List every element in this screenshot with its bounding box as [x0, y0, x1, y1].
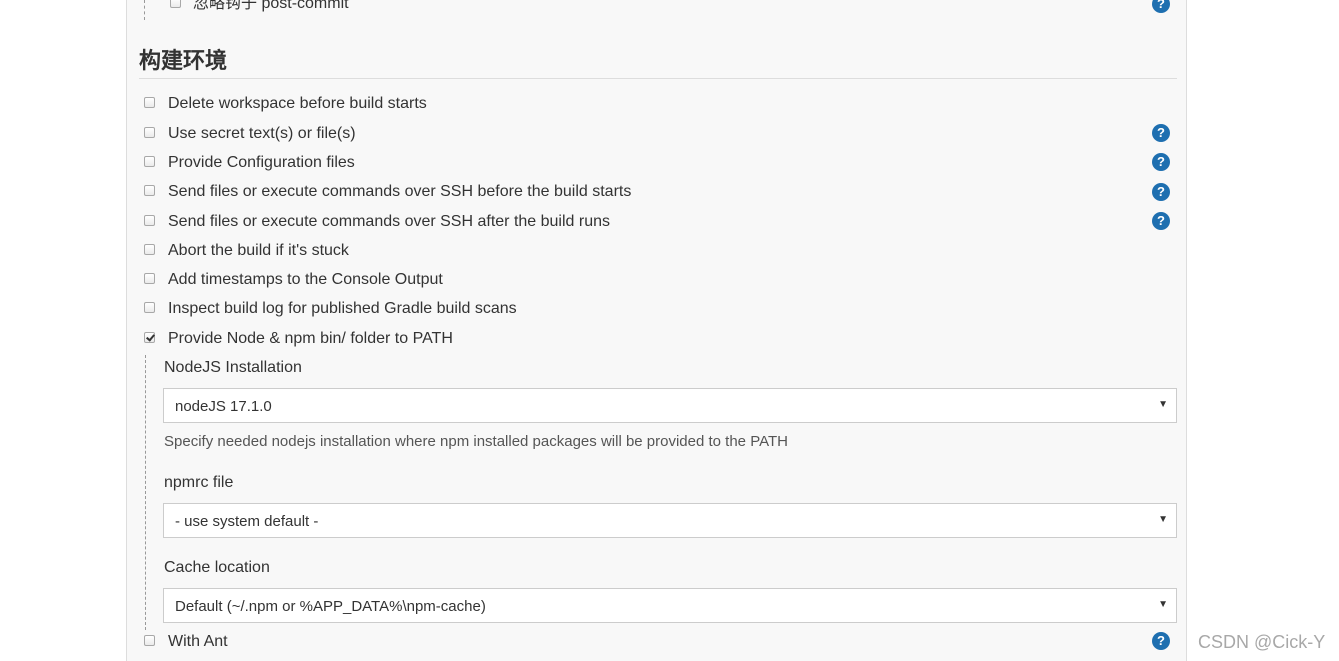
help-icon[interactable]: ?: [1152, 632, 1170, 650]
ssh-before-build-checkbox[interactable]: [144, 185, 155, 196]
ssh-before-build-label: Send files or execute commands over SSH …: [168, 183, 632, 200]
abort-stuck-build-checkbox[interactable]: [144, 244, 155, 255]
inspect-gradle-scans-label: Inspect build log for published Gradle b…: [168, 300, 517, 317]
npmrc-file-value: - use system default -: [175, 513, 319, 530]
use-secret-checkbox[interactable]: [144, 127, 155, 138]
cache-location-value: Default (~/.npm or %APP_DATA%\npm-cache): [175, 598, 486, 615]
ignore-post-commit-hook-label: 忽略钩子 post-commit: [193, 0, 349, 12]
ssh-after-build-checkbox[interactable]: [144, 215, 155, 226]
ignore-post-commit-hook-checkbox[interactable]: [170, 0, 181, 8]
help-icon[interactable]: ?: [1152, 153, 1170, 171]
provide-config-files-checkbox[interactable]: [144, 156, 155, 167]
with-ant-label: With Ant: [168, 633, 228, 650]
provide-node-npm-label: Provide Node & npm bin/ folder to PATH: [168, 330, 453, 347]
help-icon[interactable]: ?: [1152, 124, 1170, 142]
nested-indent-line-top: [144, 0, 145, 20]
nested-indent-line: [145, 355, 146, 630]
nodejs-installation-label: NodeJS Installation: [164, 359, 302, 376]
add-timestamps-label: Add timestamps to the Console Output: [168, 271, 443, 288]
section-title-build-environment: 构建环境: [139, 48, 228, 73]
delete-workspace-label: Delete workspace before build starts: [168, 95, 427, 112]
ssh-after-build-label: Send files or execute commands over SSH …: [168, 213, 610, 230]
help-icon[interactable]: ?: [1152, 183, 1170, 201]
nodejs-installation-select[interactable]: nodeJS 17.1.0 ▼: [163, 388, 1177, 423]
inspect-gradle-scans-checkbox[interactable]: [144, 302, 155, 313]
chevron-down-icon: ▼: [1158, 514, 1168, 525]
delete-workspace-checkbox[interactable]: [144, 97, 155, 108]
nodejs-installation-value: nodeJS 17.1.0: [175, 398, 272, 415]
help-icon[interactable]: ?: [1152, 0, 1170, 13]
build-config-panel: 忽略钩子 post-commit ? 构建环境 Delete workspace…: [126, 0, 1187, 661]
abort-stuck-build-label: Abort the build if it's stuck: [168, 242, 349, 259]
nodejs-installation-hint: Specify needed nodejs installation where…: [164, 433, 788, 450]
cache-location-select[interactable]: Default (~/.npm or %APP_DATA%\npm-cache)…: [163, 588, 1177, 623]
npmrc-file-label: npmrc file: [164, 474, 234, 491]
chevron-down-icon: ▼: [1158, 599, 1168, 610]
with-ant-checkbox[interactable]: [144, 635, 155, 646]
provide-node-npm-checkbox[interactable]: [144, 332, 155, 343]
chevron-down-icon: ▼: [1158, 399, 1168, 410]
add-timestamps-checkbox[interactable]: [144, 273, 155, 284]
watermark: CSDN @Cick-Y: [1198, 632, 1326, 652]
cache-location-label: Cache location: [164, 559, 270, 576]
npmrc-file-select[interactable]: - use system default - ▼: [163, 503, 1177, 538]
section-divider: [139, 78, 1177, 79]
use-secret-label: Use secret text(s) or file(s): [168, 125, 356, 142]
provide-config-files-label: Provide Configuration files: [168, 154, 355, 171]
help-icon[interactable]: ?: [1152, 212, 1170, 230]
